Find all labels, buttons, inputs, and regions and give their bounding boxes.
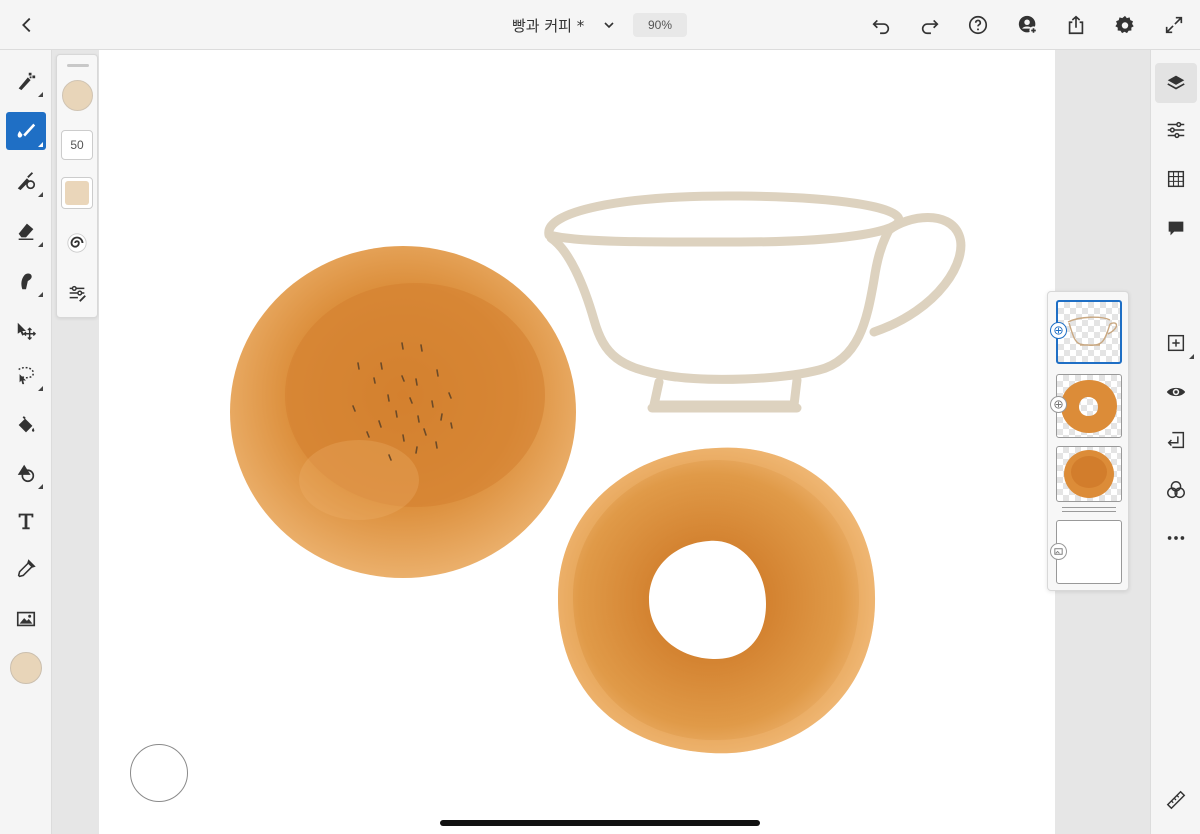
layer-divider	[1062, 507, 1116, 508]
help-icon[interactable]	[963, 10, 993, 40]
layers-button[interactable]	[1155, 63, 1197, 103]
grid-button[interactable]	[1155, 159, 1197, 199]
document-title[interactable]: 빵과 커피 *	[512, 15, 584, 36]
ruler-button[interactable]	[1155, 780, 1197, 820]
brush-size-field[interactable]: 50	[61, 130, 93, 160]
layers-toolbar	[1150, 50, 1200, 834]
blend-icon	[1167, 481, 1185, 499]
layer-options-icon[interactable]	[1050, 322, 1067, 339]
background-layer-icon[interactable]	[1050, 543, 1067, 560]
brush-color-swatch[interactable]	[62, 80, 93, 111]
layers-icon	[1167, 75, 1185, 90]
layer-divider	[1062, 511, 1116, 512]
add-layer-button[interactable]	[1155, 323, 1197, 363]
live-brush-icon	[17, 123, 36, 138]
transform-icon	[17, 322, 37, 341]
tools-toolbar	[0, 50, 52, 834]
current-color-swatch[interactable]	[10, 652, 42, 684]
eraser-tool[interactable]	[6, 212, 46, 250]
more-options-button[interactable]	[1155, 518, 1197, 558]
layers-panel	[1047, 291, 1129, 591]
bagel-drawing	[557, 447, 876, 754]
layer-properties-button[interactable]	[1155, 110, 1197, 150]
lasso-selection-tool[interactable]	[6, 356, 46, 394]
layer-options-icon[interactable]	[1050, 396, 1067, 413]
brush-opacity-swatch[interactable]	[61, 177, 93, 209]
transform-tool[interactable]	[6, 312, 46, 350]
visibility-button[interactable]	[1155, 372, 1197, 412]
merge-down-icon	[1167, 431, 1185, 449]
smudge-icon	[21, 273, 32, 290]
brush-settings-button[interactable]	[61, 277, 93, 309]
comments-icon	[1168, 221, 1184, 236]
type-tool[interactable]	[6, 502, 46, 540]
invite-user-icon[interactable]	[1013, 10, 1043, 40]
live-brush-tool[interactable]	[6, 112, 46, 150]
lasso-selection-icon	[18, 366, 35, 385]
chevron-down-icon[interactable]	[595, 10, 623, 40]
fullscreen-icon[interactable]	[1159, 10, 1189, 40]
pixel-brush-tool[interactable]	[6, 62, 46, 100]
brush-flow-button[interactable]	[61, 227, 93, 259]
redo-icon[interactable]	[915, 10, 945, 40]
home-indicator[interactable]	[440, 820, 760, 826]
drawing-canvas[interactable]	[99, 50, 1055, 834]
layer-thumbnail-bun[interactable]	[1056, 446, 1122, 502]
shapes-tool[interactable]	[6, 454, 46, 492]
share-icon[interactable]	[1061, 10, 1091, 40]
grid-icon	[1167, 170, 1185, 188]
zoom-level[interactable]: 90%	[633, 13, 687, 37]
teacup-drawing	[544, 191, 966, 413]
layer-properties-icon	[1167, 121, 1185, 139]
fill-tool[interactable]	[6, 406, 46, 444]
eyedropper-tool[interactable]	[6, 550, 46, 588]
artwork	[230, 191, 966, 754]
panel-drag-handle[interactable]	[67, 64, 89, 67]
ruler-icon	[1166, 790, 1186, 810]
comments-button[interactable]	[1155, 208, 1197, 248]
back-icon[interactable]	[12, 10, 42, 40]
visibility-icon	[1166, 387, 1186, 397]
shapes-icon	[17, 464, 35, 483]
image-tool[interactable]	[6, 600, 46, 638]
brush-settings-icon	[69, 285, 86, 302]
brush-settings-panel: 50	[56, 54, 98, 318]
fill-icon	[18, 416, 35, 433]
vector-brush-tool[interactable]	[6, 162, 46, 200]
type-icon	[18, 513, 34, 530]
smudge-tool[interactable]	[6, 262, 46, 300]
brush-cursor-preview	[130, 744, 188, 802]
add-layer-icon	[1167, 334, 1185, 352]
top-bar: 빵과 커피 * 90%	[0, 0, 1200, 50]
pixel-brush-icon	[18, 72, 36, 91]
blend-mode-button[interactable]	[1155, 470, 1197, 510]
image-icon	[16, 611, 36, 627]
merge-down-button[interactable]	[1155, 420, 1197, 460]
vector-brush-icon	[17, 172, 36, 191]
settings-gear-icon[interactable]	[1110, 10, 1140, 40]
more-icon	[1167, 536, 1185, 540]
swirl-icon	[67, 233, 87, 253]
eraser-icon	[18, 223, 34, 240]
bun-drawing	[230, 246, 576, 578]
eyedropper-icon	[17, 559, 36, 578]
undo-icon[interactable]	[866, 10, 896, 40]
